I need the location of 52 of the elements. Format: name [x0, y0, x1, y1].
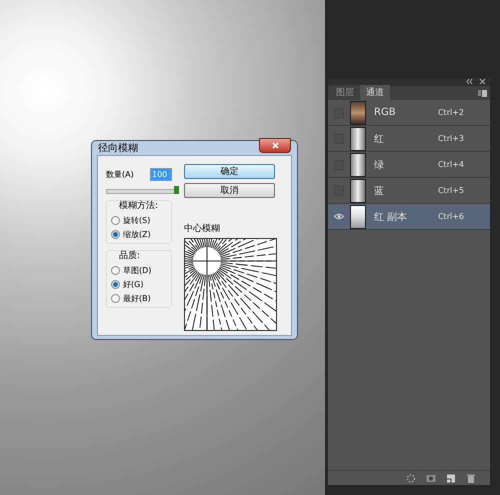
- channel-thumbnail: [350, 126, 366, 150]
- channel-name: 红: [374, 132, 385, 146]
- group-label: 模糊方法:: [119, 200, 160, 212]
- channel-name: 红 副本: [374, 210, 408, 224]
- radio-button[interactable]: [111, 266, 120, 275]
- option-label: 草图(D): [123, 265, 152, 276]
- trash-icon[interactable]: [466, 474, 476, 482]
- eye-icon[interactable]: [334, 213, 344, 220]
- preview-label: 中心模糊: [184, 222, 221, 235]
- option-label: 好(G): [123, 279, 144, 290]
- option-label: 最好(B): [123, 293, 151, 304]
- blur-preview-drawing[interactable]: [184, 238, 277, 331]
- shortcut-label: Ctrl+4: [438, 160, 464, 169]
- close-icon[interactable]: [479, 78, 486, 85]
- option-label: 缩放(Z): [123, 229, 151, 240]
- channel-thumbnail: [350, 100, 366, 124]
- amount-slider[interactable]: [106, 189, 178, 194]
- dialog-button[interactable]: 取消: [184, 183, 275, 198]
- shortcut-label: Ctrl+5: [438, 186, 464, 195]
- dotted-circle-icon[interactable]: [406, 474, 416, 482]
- channel-row[interactable]: 红 副本 Ctrl+6: [328, 204, 490, 230]
- channel-name: 绿: [374, 158, 385, 172]
- radio-button[interactable]: [111, 294, 120, 303]
- shortcut-label: Ctrl+3: [438, 134, 464, 143]
- channel-name: RGB: [374, 107, 397, 118]
- new-channel-icon[interactable]: [446, 474, 456, 482]
- channel-thumbnail: [350, 204, 366, 228]
- mask-icon[interactable]: [426, 474, 436, 482]
- radio-button[interactable]: [111, 216, 120, 225]
- channel-name: 蓝: [374, 184, 385, 198]
- channel-row[interactable]: 蓝 Ctrl+5: [328, 178, 490, 204]
- option-label: 旋转(S): [123, 215, 150, 226]
- shortcut-label: Ctrl+2: [438, 108, 464, 117]
- channel-row[interactable]: RGB Ctrl+2: [328, 100, 490, 126]
- panel-tab[interactable]: 通道: [360, 85, 390, 100]
- collapse-icon[interactable]: [466, 78, 473, 85]
- channel-row[interactable]: 绿 Ctrl+4: [328, 152, 490, 178]
- slider-thumb[interactable]: [174, 186, 179, 194]
- channel-thumbnail: [350, 178, 366, 202]
- channel-thumbnail: [350, 152, 366, 176]
- close-icon: [272, 142, 278, 148]
- menu-icon[interactable]: [478, 90, 487, 97]
- radio-button[interactable]: [111, 280, 120, 289]
- radio-button[interactable]: [111, 230, 120, 239]
- dialog-button[interactable]: 确定: [184, 164, 275, 179]
- shortcut-label: Ctrl+6: [438, 212, 464, 221]
- amount-field[interactable]: 100: [150, 168, 172, 181]
- dialog-title: 径向模糊: [98, 142, 139, 155]
- amount-label: 数量(A): [106, 169, 134, 180]
- close-button[interactable]: [259, 138, 291, 152]
- channel-row[interactable]: 红 Ctrl+3: [328, 126, 490, 152]
- group-label: 品质:: [119, 250, 142, 262]
